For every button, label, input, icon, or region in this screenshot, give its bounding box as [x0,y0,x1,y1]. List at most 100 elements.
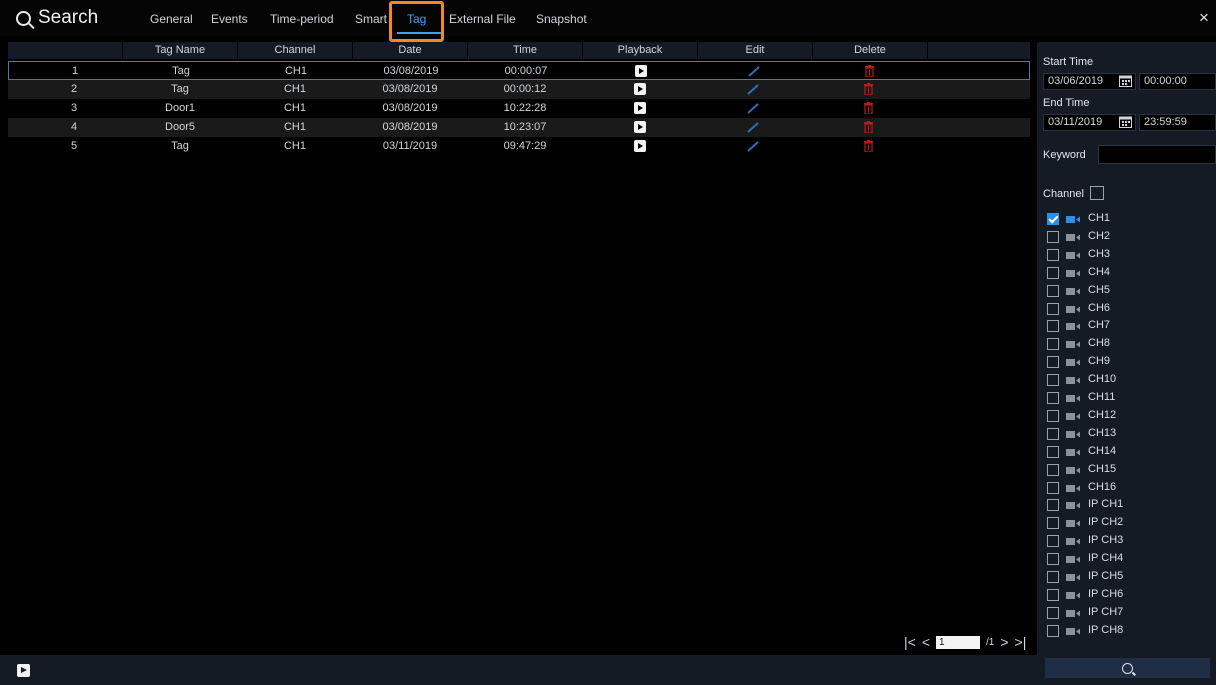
channel-checkbox[interactable] [1047,499,1059,511]
search-icon [16,10,31,26]
tab-smart[interactable]: Smart [355,12,387,26]
end-time-field[interactable]: 23:59:59 [1139,114,1216,131]
channel-select-all-checkbox[interactable] [1090,186,1104,200]
play-icon[interactable] [634,140,646,152]
play-icon[interactable] [634,121,646,133]
row-channel: CH1 [284,65,307,77]
column-header-delete: Delete [854,44,886,56]
pencil-icon[interactable] [747,84,759,95]
camera-icon [1066,574,1080,581]
trash-icon[interactable] [864,83,873,95]
play-icon[interactable] [634,83,646,95]
camera-icon [1066,628,1080,635]
table-row[interactable]: 2 Tag CH1 03/08/2019 00:00:12 [8,80,1030,99]
table-row[interactable]: 4 Door5 CH1 03/08/2019 10:23:07 [8,118,1030,137]
channel-checkbox[interactable] [1047,553,1059,565]
channel-label-item: IP CH6 [1088,588,1124,600]
table-row[interactable]: 1 Tag CH1 03/08/2019 00:00:07 [8,61,1030,80]
channel-checkbox[interactable] [1047,285,1059,297]
row-date: 03/08/2019 [383,65,439,77]
pencil-icon[interactable] [747,122,759,133]
play-icon[interactable] [634,102,646,114]
calendar-icon[interactable] [1119,116,1132,128]
column-header-index [8,42,122,59]
calendar-icon[interactable] [1119,75,1132,87]
row-time: 10:22:28 [503,102,547,114]
channel-checkbox[interactable] [1047,428,1059,440]
pencil-icon[interactable] [747,141,759,152]
channel-checkbox[interactable] [1047,374,1059,386]
search-button[interactable] [1045,658,1210,678]
trash-icon[interactable] [864,121,873,133]
channel-checkbox[interactable] [1047,231,1059,243]
page-total: /1 [986,636,995,648]
channel-checkbox[interactable] [1047,356,1059,368]
keyword-input[interactable] [1098,145,1216,164]
channel-checkbox[interactable] [1047,464,1059,476]
tab-time-period[interactable]: Time-period [270,12,334,26]
table-row[interactable]: 5 Tag CH1 03/11/2019 09:47:29 [8,137,1030,156]
play-icon[interactable] [17,664,30,677]
row-time: 00:00:07 [504,65,548,77]
row-channel: CH1 [283,140,306,152]
play-icon[interactable] [635,65,647,77]
channel-checkbox[interactable] [1047,517,1059,529]
channel-checkbox[interactable] [1047,410,1059,422]
channel-label-item: CH1 [1088,212,1111,224]
camera-icon [1066,306,1080,313]
camera-icon [1066,216,1080,223]
tab-events[interactable]: Events [211,12,248,26]
row-date: 03/11/2019 [382,140,438,152]
row-index: 3 [70,102,78,114]
tab-general[interactable]: General [150,12,193,26]
keyword-label: Keyword [1043,149,1086,161]
row-channel: CH1 [283,121,306,133]
row-tag-name: Tag [171,140,189,152]
pencil-icon[interactable] [748,66,760,77]
channel-label-item: IP CH2 [1088,516,1124,528]
column-header-time[interactable]: Time [468,42,582,59]
start-time-label: Start Time [1043,56,1094,68]
trash-icon[interactable] [864,102,873,114]
page-number-input[interactable]: 1 [936,635,980,649]
pagination: |< < 1 /1 > >| [904,633,1026,651]
channel-checkbox[interactable] [1047,482,1059,494]
channel-checkbox[interactable] [1047,571,1059,583]
camera-icon [1066,431,1080,438]
last-page-icon[interactable]: >| [1015,634,1027,650]
page-title: Search [16,7,98,29]
tab-snapshot[interactable]: Snapshot [536,12,587,26]
start-time-field[interactable]: 00:00:00 [1139,73,1216,90]
channel-checkbox[interactable] [1047,607,1059,619]
channel-checkbox[interactable] [1047,625,1059,637]
camera-icon [1066,467,1080,474]
prev-page-icon[interactable]: < [922,634,930,650]
channel-checkbox[interactable] [1047,320,1059,332]
trash-icon[interactable] [865,65,874,77]
channel-checkbox[interactable] [1047,338,1059,350]
next-page-icon[interactable]: > [1000,634,1008,650]
channel-checkbox[interactable] [1047,249,1059,261]
channel-checkbox[interactable] [1047,446,1059,458]
column-header-date[interactable]: Date [353,42,467,59]
first-page-icon[interactable]: |< [904,634,916,650]
channel-checkbox[interactable] [1047,303,1059,315]
channel-checkbox[interactable] [1047,213,1059,225]
column-header-channel[interactable]: Channel [238,42,352,59]
column-header-tag-name[interactable]: Tag Name [123,42,237,59]
camera-icon [1066,234,1080,241]
row-tag-name: Tag [172,65,190,77]
close-icon[interactable]: × [1199,9,1209,27]
channel-checkbox[interactable] [1047,267,1059,279]
channel-checkbox[interactable] [1047,535,1059,547]
channel-checkbox[interactable] [1047,589,1059,601]
camera-icon [1066,288,1080,295]
search-icon [1122,662,1133,674]
column-header-edit: Edit [745,44,765,56]
tab-external-file[interactable]: External File [449,12,516,26]
trash-icon[interactable] [864,140,873,152]
channel-checkbox[interactable] [1047,392,1059,404]
table-row[interactable]: 3 Door1 CH1 03/08/2019 10:22:28 [8,99,1030,118]
pencil-icon[interactable] [747,103,759,114]
channel-label-item: CH10 [1088,373,1117,385]
